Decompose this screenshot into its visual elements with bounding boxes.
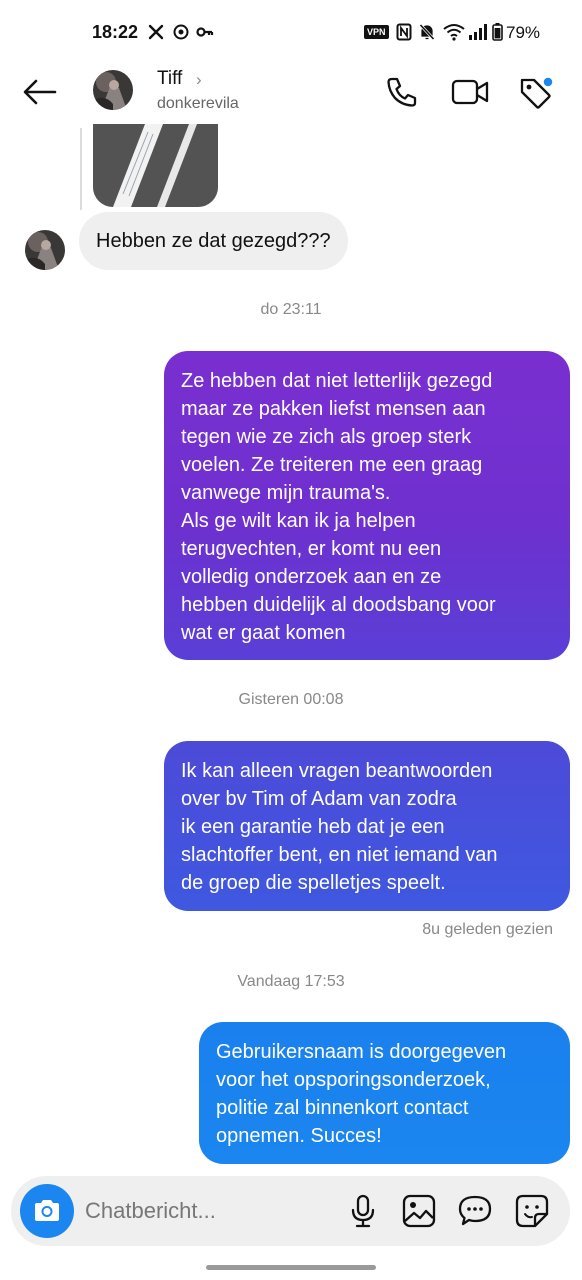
- camera-icon: [35, 1200, 59, 1221]
- vpn-badge: VPN: [364, 25, 389, 39]
- notification-dot: [542, 76, 554, 88]
- chevron-right-icon: ›: [196, 70, 202, 89]
- chrome-icon: [173, 22, 189, 42]
- video-call-button[interactable]: [450, 72, 490, 112]
- battery-icon: [492, 22, 503, 42]
- outgoing-message[interactable]: Ze hebben dat niet letterlijk gezegd maa…: [164, 351, 570, 660]
- chat-header: Tiff › donkerevila: [0, 64, 582, 124]
- message-text: Gebruikersnaam is doorgegeven voor het o…: [216, 1041, 507, 1147]
- contact-avatar[interactable]: [93, 70, 133, 110]
- phone-icon: [387, 77, 417, 107]
- message-composer: [11, 1176, 570, 1246]
- timestamp: do 23:11: [260, 301, 322, 318]
- call-button[interactable]: [382, 72, 422, 112]
- video-camera-icon: [451, 79, 489, 105]
- timestamp: Vandaag 17:53: [237, 973, 345, 990]
- mute-icon: [419, 22, 435, 42]
- contact-username: donkerevila: [157, 95, 239, 112]
- tag-button[interactable]: [516, 72, 556, 112]
- wifi-icon: [443, 22, 465, 42]
- home-indicator[interactable]: [206, 1265, 376, 1270]
- microphone-icon: [351, 1194, 375, 1228]
- x-app-icon: [148, 22, 164, 42]
- chat-options-button[interactable]: [457, 1193, 493, 1229]
- message-text: Ze hebben dat niet letterlijk gezegd maa…: [181, 370, 496, 644]
- status-time: 18:22: [92, 22, 139, 42]
- timestamp: Gisteren 00:08: [238, 691, 344, 708]
- status-bar: 18:22 VPN 79%: [0, 0, 582, 64]
- signal-icon: [468, 22, 488, 42]
- arrow-left-icon: [23, 79, 57, 105]
- message-text: Ik kan alleen vragen beantwoorden over b…: [181, 760, 498, 894]
- gallery-button[interactable]: [401, 1193, 437, 1229]
- incoming-message[interactable]: Hebben ze dat gezegd???: [79, 212, 348, 270]
- nfc-icon: [396, 22, 412, 42]
- chat-bubble-icon: [458, 1195, 492, 1226]
- outgoing-message[interactable]: Ik kan alleen vragen beantwoorden over b…: [164, 741, 570, 911]
- camera-button[interactable]: [20, 1184, 74, 1238]
- shared-image-thumbnail[interactable]: [93, 124, 218, 207]
- sticker-button[interactable]: [514, 1193, 550, 1229]
- back-button[interactable]: [20, 72, 60, 112]
- key-icon: [196, 22, 214, 42]
- contact-name[interactable]: Tiff: [157, 68, 182, 90]
- outgoing-message[interactable]: Gebruikersnaam is doorgegeven voor het o…: [199, 1022, 570, 1164]
- image-icon: [402, 1194, 436, 1228]
- message-thread[interactable]: Hebben ze dat gezegd??? do 23:11 Ze hebb…: [0, 124, 582, 1174]
- seen-status: 8u geleden gezien: [422, 921, 553, 938]
- message-input[interactable]: [85, 1176, 335, 1246]
- reply-indicator-line: [80, 128, 82, 210]
- sticker-icon: [515, 1194, 549, 1228]
- microphone-button[interactable]: [345, 1193, 381, 1229]
- sender-avatar[interactable]: [25, 230, 65, 270]
- battery-percent: 79%: [506, 23, 541, 42]
- tag-icon: [520, 76, 554, 109]
